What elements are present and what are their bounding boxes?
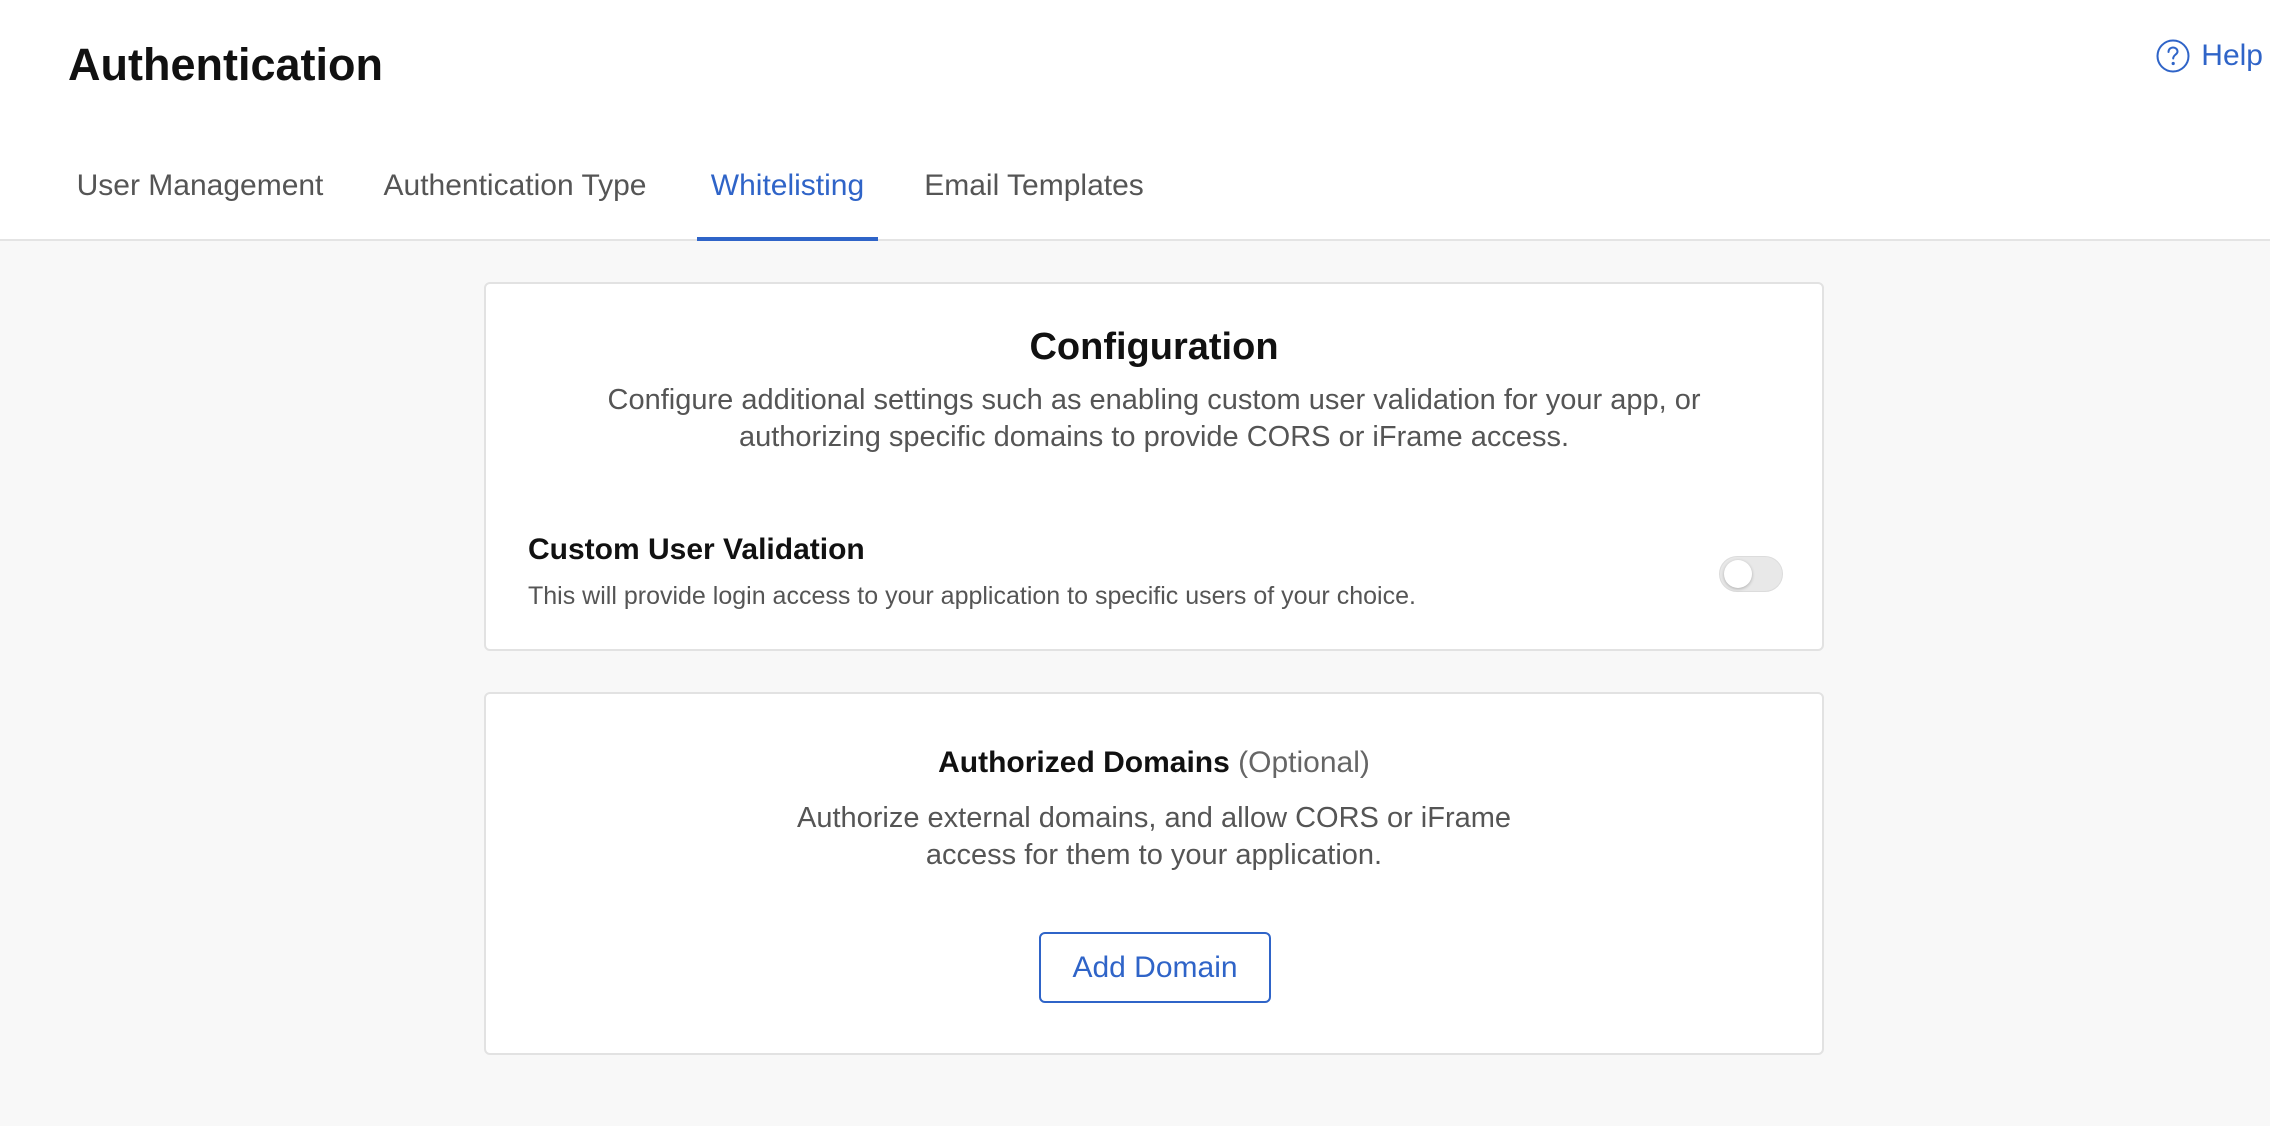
optional-label: (Optional) (1238, 746, 1370, 779)
help-circle-icon (2155, 38, 2191, 74)
configuration-description: Configure additional settings such as en… (607, 384, 1701, 453)
configuration-card: Configuration Configure additional setti… (484, 282, 1824, 651)
authorized-domains-description: Authorize external domains, and allow CO… (796, 802, 1512, 871)
page-header: Authentication Help User Management Auth… (0, 0, 2270, 241)
tab-authentication-type[interactable]: Authentication Type (380, 159, 650, 241)
configuration-title: Configuration (1029, 326, 1279, 368)
toggle-knob (1724, 560, 1752, 588)
tab-user-management[interactable]: User Management (77, 159, 324, 241)
authorized-domains-card: Authorized Domains (Optional) Authorize … (484, 692, 1824, 1055)
help-label: Help (2201, 39, 2263, 72)
custom-user-validation-toggle[interactable] (1719, 556, 1783, 592)
custom-user-validation-title: Custom User Validation (528, 533, 865, 566)
tab-whitelisting[interactable]: Whitelisting (697, 159, 878, 241)
help-link[interactable]: Help (2155, 38, 2263, 74)
page-title: Authentication (68, 39, 383, 90)
custom-user-validation-description: This will provide login access to your a… (528, 582, 1416, 610)
authorized-domains-title: Authorized Domains (938, 746, 1230, 779)
authorized-domains-heading: Authorized Domains (Optional) (486, 744, 1822, 782)
add-domain-button[interactable]: Add Domain (1039, 932, 1271, 1003)
tab-email-templates[interactable]: Email Templates (924, 159, 1144, 241)
